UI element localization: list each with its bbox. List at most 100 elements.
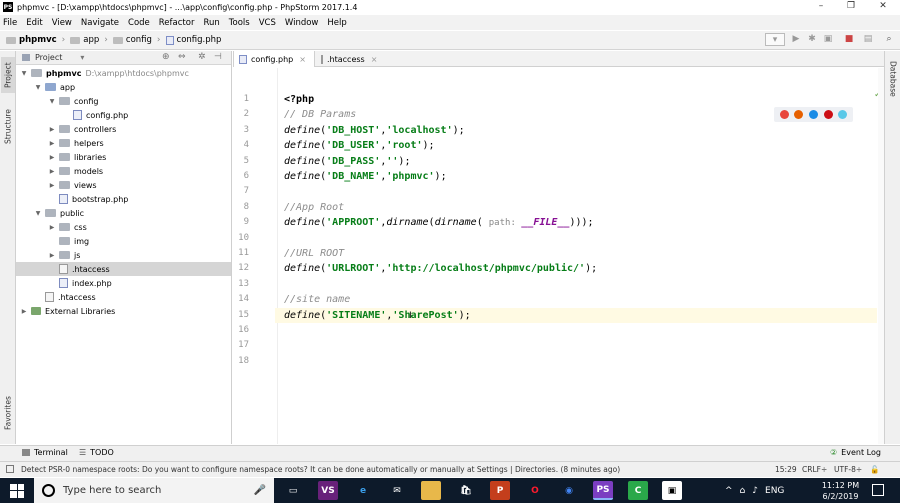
search-everywhere-icon[interactable]: ⌕ — [882, 33, 896, 46]
breadcrumb-app[interactable]: app — [70, 35, 99, 45]
expanded-arrow-icon[interactable]: ▼ — [34, 84, 42, 91]
favorites-tool-tab[interactable]: Favorites — [1, 391, 15, 435]
volume-icon[interactable]: ♪ — [752, 486, 758, 496]
code-line[interactable] — [284, 323, 879, 338]
edge-icon[interactable] — [838, 110, 848, 119]
tab-htaccess[interactable]: .htaccess × — [316, 51, 377, 67]
tree-item[interactable]: config.php — [16, 108, 231, 122]
project-tool-tab[interactable]: Project — [1, 57, 15, 93]
tree-item[interactable]: .htaccess — [16, 262, 231, 276]
taskbar-search[interactable]: Type here to search 🎤 — [34, 478, 274, 503]
menu-window[interactable]: Window — [285, 18, 319, 28]
clock[interactable]: 11:12 PM 6/2/2019 — [813, 480, 868, 502]
sync-icon[interactable]: ⊕ — [162, 52, 170, 62]
taskbar-chrome-icon[interactable]: ◉ — [559, 481, 579, 500]
firefox-icon[interactable] — [794, 110, 804, 119]
tree-item[interactable]: ▶ helpers — [16, 136, 231, 150]
line-number[interactable]: 11 — [229, 248, 249, 258]
collapsed-arrow-icon[interactable]: ▶ — [48, 140, 56, 147]
opera-icon[interactable] — [823, 110, 833, 119]
menu-refactor[interactable]: Refactor — [159, 18, 195, 28]
line-number[interactable]: 8 — [229, 202, 249, 212]
terminal-tool-button[interactable]: Terminal — [22, 448, 68, 457]
tree-item[interactable]: ▼ public — [16, 206, 231, 220]
chrome-icon[interactable] — [779, 110, 789, 119]
database-tool-tab[interactable]: Database — [886, 57, 900, 101]
tab-config-php[interactable]: config.php × — [233, 51, 315, 67]
tree-item[interactable]: ▶ External Libraries — [16, 304, 231, 318]
start-button[interactable] — [0, 478, 34, 503]
chevron-down-icon[interactable]: ▾ — [80, 53, 84, 62]
taskbar-file-explorer-icon[interactable] — [421, 481, 441, 500]
safari-icon[interactable] — [808, 110, 818, 119]
taskbar-visual-studio-icon[interactable]: VS — [318, 481, 338, 500]
tree-item[interactable]: ▶ libraries — [16, 150, 231, 164]
caret-position[interactable]: 15:29 — [775, 465, 797, 474]
line-number[interactable]: 13 — [229, 279, 249, 289]
line-number[interactable]: 4 — [229, 140, 249, 150]
gear-icon[interactable]: ✲ — [198, 52, 206, 62]
breadcrumb-config-php[interactable]: config.php — [165, 35, 221, 45]
tree-item[interactable]: ▼ app — [16, 80, 231, 94]
code-line[interactable] — [284, 231, 879, 246]
taskbar-camtasia-icon[interactable]: C — [628, 481, 648, 500]
code-line[interactable] — [284, 277, 879, 292]
code-line[interactable]: define('DB_NAME','phpmvc'); — [284, 169, 879, 184]
code-line[interactable]: define('SITENAME','SharePost'); — [275, 307, 877, 323]
code-line[interactable]: define('APPROOT',dirname(dirname( path: … — [284, 215, 879, 230]
line-separator[interactable]: CRLF÷ — [802, 465, 827, 474]
taskbar-task-view-icon[interactable]: ▭ — [283, 481, 303, 500]
tree-item[interactable]: bootstrap.php — [16, 192, 231, 206]
tree-item[interactable]: .htaccess — [16, 290, 231, 304]
expanded-arrow-icon[interactable]: ▼ — [48, 98, 56, 105]
code-line[interactable] — [284, 338, 879, 353]
code-editor[interactable]: 1 2 3 4 5 6 7 8 9 10 11 12 13 14 15 16 17 18 <?php // DB P… — [233, 68, 884, 444]
line-number[interactable]: 15 — [229, 310, 249, 320]
collapsed-arrow-icon[interactable]: ▶ — [48, 182, 56, 189]
code-line[interactable] — [284, 354, 879, 369]
line-number[interactable]: 1 — [229, 94, 249, 104]
line-number[interactable]: 7 — [229, 186, 249, 196]
menu-code[interactable]: Code — [128, 18, 150, 28]
structure-tool-tab[interactable]: Structure — [1, 105, 15, 149]
settings-icon[interactable]: ▤ — [862, 33, 874, 46]
line-number[interactable]: 12 — [229, 263, 249, 273]
collapsed-arrow-icon[interactable]: ▶ — [48, 126, 56, 133]
taskbar-store-icon[interactable]: 🛍 — [456, 481, 476, 500]
debug-icon[interactable]: ✱ — [806, 33, 818, 46]
menu-edit[interactable]: Edit — [26, 18, 42, 28]
maximize-button[interactable]: ❐ — [836, 0, 866, 14]
code-line[interactable]: <?php — [284, 92, 879, 107]
stop-icon[interactable]: ■ — [843, 33, 855, 46]
collapsed-arrow-icon[interactable]: ▶ — [48, 168, 56, 175]
collapsed-arrow-icon[interactable]: ▶ — [48, 224, 56, 231]
tree-item[interactable]: index.php — [16, 276, 231, 290]
microphone-icon[interactable]: 🎤 — [254, 485, 266, 496]
taskbar-app-black-icon[interactable]: ▣ — [662, 481, 682, 500]
event-log-button[interactable]: ② Event Log — [830, 448, 881, 457]
coverage-icon[interactable]: ▣ — [822, 33, 834, 46]
menu-file[interactable]: File — [3, 18, 17, 28]
lock-icon[interactable]: 🔓 — [870, 465, 879, 474]
collapsed-arrow-icon[interactable]: ▶ — [20, 308, 28, 315]
line-number[interactable]: 5 — [229, 156, 249, 166]
notification-center-icon[interactable] — [872, 484, 884, 496]
tree-item[interactable]: ▶ models — [16, 164, 231, 178]
code-line[interactable] — [284, 184, 879, 199]
close-tab-icon[interactable]: × — [299, 55, 306, 64]
code-line[interactable]: define('DB_USER','root'); — [284, 138, 879, 153]
code-line[interactable]: define('DB_HOST','localhost'); — [284, 123, 879, 138]
menu-run[interactable]: Run — [203, 18, 219, 28]
network-icon[interactable]: ⌂ — [740, 486, 746, 496]
line-number[interactable]: 2 — [229, 109, 249, 119]
collapse-all-icon[interactable]: ⇔ — [178, 52, 186, 62]
menu-help[interactable]: Help — [327, 18, 346, 28]
line-number[interactable]: 3 — [229, 125, 249, 135]
code-line[interactable]: //URL ROOT — [284, 246, 879, 261]
menu-tools[interactable]: Tools — [229, 18, 250, 28]
taskbar-edge-icon[interactable]: e — [353, 481, 373, 500]
status-message[interactable]: Detect PSR-0 namespace roots: Do you wan… — [21, 465, 620, 474]
expanded-arrow-icon[interactable]: ▼ — [20, 70, 28, 77]
expanded-arrow-icon[interactable]: ▼ — [34, 210, 42, 217]
collapsed-arrow-icon[interactable]: ▶ — [48, 252, 56, 259]
